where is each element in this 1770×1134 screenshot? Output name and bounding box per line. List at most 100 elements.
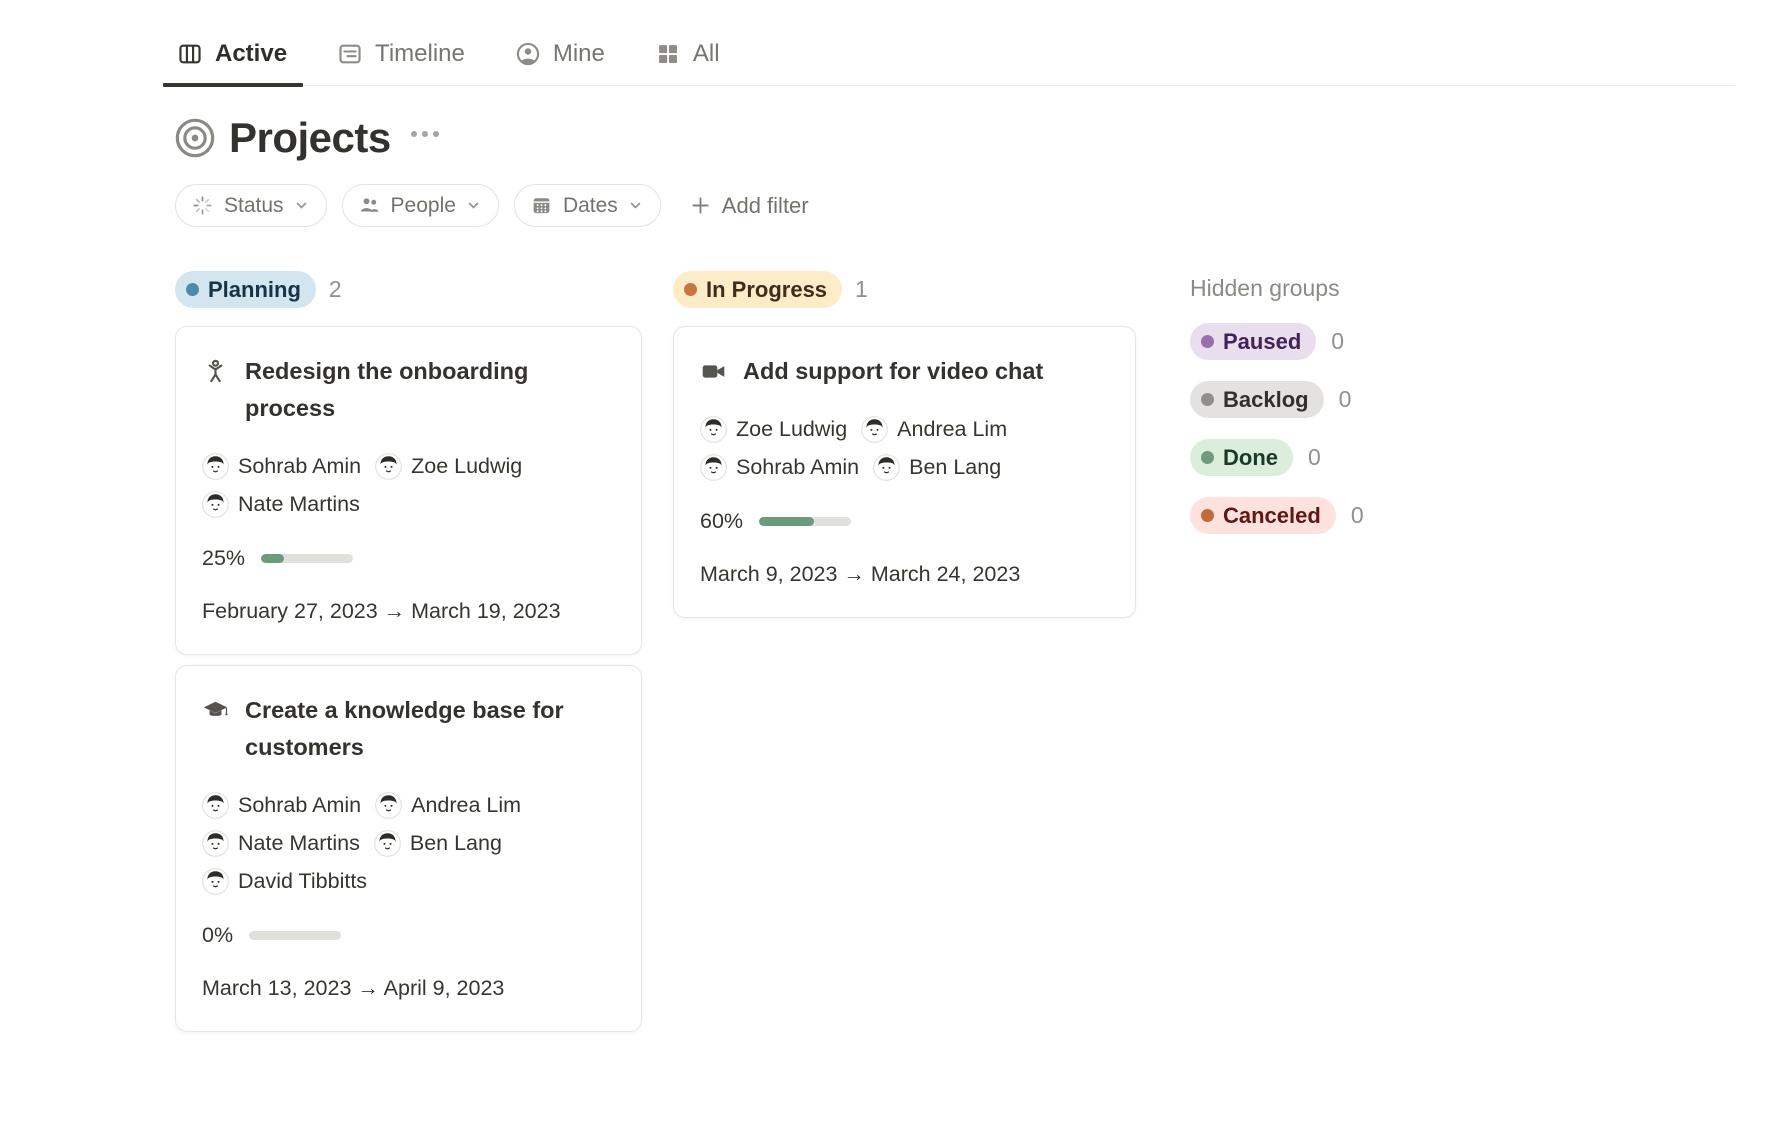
person-name: Ben Lang: [410, 831, 502, 856]
tab-active[interactable]: Active: [175, 30, 289, 85]
status-dot: [1201, 393, 1214, 406]
status-pill-label: Planning: [208, 277, 301, 303]
person-name: Zoe Ludwig: [736, 417, 847, 442]
project-card-video-chat[interactable]: Add support for video chat Zoe Ludwig An…: [673, 326, 1136, 618]
child-icon: [202, 358, 229, 385]
card-title: Redesign the onboarding process: [245, 353, 585, 427]
progress-fill: [261, 554, 284, 563]
timeline-view-icon: [337, 41, 363, 67]
column-count: 1: [855, 276, 868, 303]
more-options-icon[interactable]: [411, 131, 439, 137]
person-name: Sohrab Amin: [736, 455, 859, 480]
chevron-down-icon: [294, 198, 309, 213]
status-pill-backlog[interactable]: Backlog: [1190, 381, 1324, 418]
progress-bar: [249, 931, 341, 940]
column-planning: Planning 2 Redesign the onboarding proce…: [175, 271, 642, 1032]
person-chip: Nate Martins: [202, 491, 360, 518]
page-header: Projects: [175, 110, 1770, 166]
person-name: Ben Lang: [909, 455, 1001, 480]
card-people: Sohrab Amin Andrea Lim Nate Martins Ben …: [202, 792, 615, 895]
status-spinner-icon: [191, 194, 214, 217]
tab-timeline[interactable]: Timeline: [335, 30, 467, 85]
person-chip: Ben Lang: [374, 830, 502, 857]
status-dot: [1201, 509, 1214, 522]
hidden-group-row: Done 0: [1190, 439, 1364, 476]
person-chip: Sohrab Amin: [202, 453, 361, 480]
dates-filter-button[interactable]: Dates: [514, 184, 661, 227]
person-name: Nate Martins: [238, 492, 360, 517]
people-filter-button[interactable]: People: [342, 184, 499, 227]
filter-bar: Status People Dates: [175, 184, 1770, 227]
person-name: Sohrab Amin: [238, 793, 361, 818]
progress-percent: 25%: [202, 546, 245, 571]
person-chip: David Tibbitts: [202, 868, 367, 895]
status-pill-label: Canceled: [1223, 503, 1321, 529]
progress-percent: 0%: [202, 923, 233, 948]
group-count: 0: [1351, 502, 1364, 529]
grid-view-icon: [655, 41, 681, 67]
avatar: [374, 830, 401, 857]
plus-icon: [690, 195, 711, 216]
filter-label: People: [391, 194, 456, 218]
add-filter-button[interactable]: Add filter: [684, 192, 815, 220]
avatar: [202, 453, 229, 480]
hidden-groups-title: Hidden groups: [1190, 271, 1364, 302]
person-chip: Nate Martins: [202, 830, 360, 857]
chevron-down-icon: [628, 198, 643, 213]
status-pill-done[interactable]: Done: [1190, 439, 1293, 476]
filter-label: Status: [224, 194, 284, 218]
tab-label: Mine: [553, 40, 605, 68]
status-pill-planning[interactable]: Planning: [175, 271, 316, 308]
progress-fill: [759, 517, 814, 526]
tab-all[interactable]: All: [653, 30, 722, 85]
project-card-knowledge-base[interactable]: Create a knowledge base for customers So…: [175, 665, 642, 1032]
status-dot: [186, 283, 199, 296]
target-icon[interactable]: [175, 118, 215, 158]
project-card-onboarding[interactable]: Redesign the onboarding process Sohrab A…: [175, 326, 642, 655]
status-filter-button[interactable]: Status: [175, 184, 327, 227]
status-pill-label: Done: [1223, 445, 1278, 471]
people-icon: [358, 194, 381, 217]
card-dates: March 9, 2023 → March 24, 2023: [700, 562, 1109, 587]
avatar: [700, 454, 727, 481]
person-name: Andrea Lim: [897, 417, 1007, 442]
page-title[interactable]: Projects: [229, 114, 391, 162]
tab-label: Active: [215, 40, 287, 68]
status-pill-paused[interactable]: Paused: [1190, 323, 1316, 360]
progress-bar: [261, 554, 353, 563]
status-pill-canceled[interactable]: Canceled: [1190, 497, 1336, 534]
progress-percent: 60%: [700, 509, 743, 534]
calendar-icon: [530, 194, 553, 217]
avatar: [202, 830, 229, 857]
card-dates: February 27, 2023 → March 19, 2023: [202, 599, 615, 624]
chevron-down-icon: [466, 198, 481, 213]
person-name: Zoe Ludwig: [411, 454, 522, 479]
person-circle-icon: [515, 41, 541, 67]
board-view-icon: [177, 41, 203, 67]
avatar: [873, 454, 900, 481]
avatar: [861, 416, 888, 443]
hidden-group-row: Paused 0: [1190, 323, 1364, 360]
avatar: [700, 416, 727, 443]
group-count: 0: [1308, 444, 1321, 471]
view-tabs: Active Timeline Mine All: [175, 30, 1735, 86]
status-pill-in-progress[interactable]: In Progress: [673, 271, 842, 308]
person-chip: Sohrab Amin: [202, 792, 361, 819]
group-count: 0: [1331, 328, 1344, 355]
person-chip: Sohrab Amin: [700, 454, 859, 481]
person-name: Nate Martins: [238, 831, 360, 856]
tab-mine[interactable]: Mine: [513, 30, 607, 85]
hidden-group-row: Canceled 0: [1190, 497, 1364, 534]
person-chip: Ben Lang: [873, 454, 1001, 481]
column-header: In Progress 1: [673, 271, 1136, 308]
person-chip: Zoe Ludwig: [375, 453, 522, 480]
person-name: Andrea Lim: [411, 793, 521, 818]
person-chip: Andrea Lim: [375, 792, 521, 819]
card-title: Add support for video chat: [743, 353, 1043, 390]
filter-label: Dates: [563, 194, 618, 218]
tab-label: All: [693, 40, 720, 68]
status-dot: [1201, 451, 1214, 464]
avatar: [375, 792, 402, 819]
avatar: [202, 491, 229, 518]
person-chip: Zoe Ludwig: [700, 416, 847, 443]
